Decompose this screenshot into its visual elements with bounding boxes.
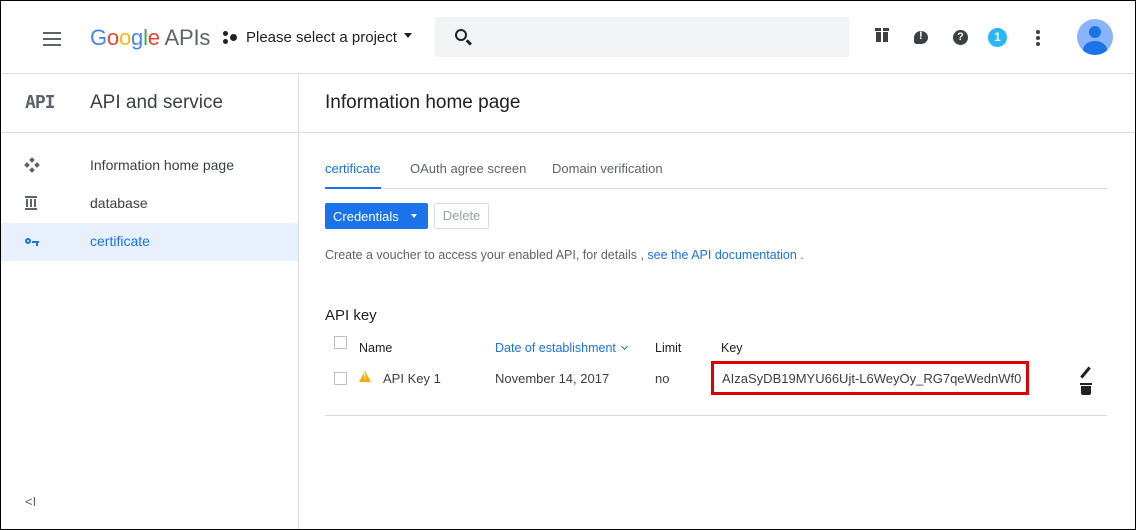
logo-apis-text: APIs xyxy=(159,25,211,50)
sidebar-item-label: certificate xyxy=(90,233,150,249)
caret-down-icon xyxy=(411,214,417,218)
api-key-limit: no xyxy=(655,371,670,386)
search-bar[interactable] xyxy=(435,17,849,57)
table-row: API Key 1 November 14, 2017 no AIzaSyDB1… xyxy=(325,361,1107,416)
window-frame: Google APIs Please select a project ? 1 … xyxy=(0,0,1136,530)
top-bar: Google APIs Please select a project ? 1 xyxy=(1,1,1135,73)
project-icon xyxy=(222,30,240,46)
row-checkbox[interactable] xyxy=(334,372,347,385)
description-text: Create a voucher to access your enabled … xyxy=(325,248,804,262)
tab-domain-verification[interactable]: Domain verification xyxy=(552,161,663,189)
sidebar-item-certificate[interactable]: certificate xyxy=(1,223,298,261)
delete-icon[interactable] xyxy=(1080,383,1092,395)
api-key-highlight: AIzaSyDB19MYU66Ujt-L6WeyOy_RG7qeWednWf0 xyxy=(711,361,1029,395)
google-apis-logo[interactable]: Google APIs xyxy=(90,25,210,51)
project-selector[interactable]: Please select a project xyxy=(222,29,412,46)
api-key-name[interactable]: API Key 1 xyxy=(383,371,441,386)
sidebar-header: API API and service xyxy=(1,73,299,133)
chevron-down-icon xyxy=(620,342,628,351)
sidebar-item-label: Information home page xyxy=(90,157,234,173)
main-content: Information home page certificate OAuth … xyxy=(300,73,1135,529)
project-label: Please select a project xyxy=(246,29,397,46)
column-header-name: Name xyxy=(359,341,393,355)
page-title: Information home page xyxy=(325,92,521,113)
column-header-key: Key xyxy=(721,341,743,355)
tab-bar: certificate OAuth agree screen Domain ve… xyxy=(325,161,1107,189)
feedback-icon[interactable] xyxy=(911,23,937,51)
gift-icon[interactable] xyxy=(873,23,899,51)
sidebar-item-label: database xyxy=(90,195,148,211)
menu-icon[interactable] xyxy=(43,32,61,46)
more-vert-icon[interactable] xyxy=(1027,23,1053,51)
caret-down-icon xyxy=(403,33,412,38)
column-header-limit: Limit xyxy=(655,341,682,355)
api-documentation-link[interactable]: see the API documentation xyxy=(647,248,796,262)
api-key-date: November 14, 2017 xyxy=(495,371,610,386)
description-end: . xyxy=(800,248,804,262)
sidebar: API API and service Information home pag… xyxy=(1,73,299,529)
key-icon xyxy=(25,234,39,248)
help-icon[interactable]: ? xyxy=(950,23,976,51)
credentials-button[interactable]: Credentials xyxy=(325,203,428,229)
column-header-date: Date of establishment xyxy=(495,341,616,355)
collapse-sidebar-button[interactable]: <I xyxy=(25,494,36,509)
tab-oauth-agree-screen[interactable]: OAuth agree screen xyxy=(410,161,526,189)
delete-button[interactable]: Delete xyxy=(434,203,489,229)
notification-badge: 1 xyxy=(988,28,1007,47)
section-title-api-key: API key xyxy=(325,307,377,324)
sidebar-item-database[interactable]: database xyxy=(1,185,298,223)
api-key-value[interactable]: AIzaSyDB19MYU66Ujt-L6WeyOy_RG7qeWednWf0 xyxy=(722,371,1021,386)
column-header-date-sortable[interactable]: Date of establishment xyxy=(495,341,628,355)
account-avatar[interactable] xyxy=(1077,19,1113,55)
library-icon xyxy=(25,196,39,210)
main-header: Information home page xyxy=(300,73,1135,133)
api-logo-icon: API xyxy=(25,92,55,113)
dashboard-icon xyxy=(24,157,40,173)
credentials-button-label: Credentials xyxy=(333,209,399,224)
sidebar-item-information-home-page[interactable]: Information home page xyxy=(1,147,298,185)
select-all-checkbox[interactable] xyxy=(334,336,347,349)
tab-certificate[interactable]: certificate xyxy=(325,161,381,189)
description-body: Create a voucher to access your enabled … xyxy=(325,248,644,262)
notifications-icon[interactable]: 1 xyxy=(987,23,1013,51)
search-icon[interactable] xyxy=(455,29,467,41)
warning-icon xyxy=(359,371,371,382)
edit-icon[interactable] xyxy=(1080,366,1092,379)
sidebar-title: API and service xyxy=(90,92,224,113)
